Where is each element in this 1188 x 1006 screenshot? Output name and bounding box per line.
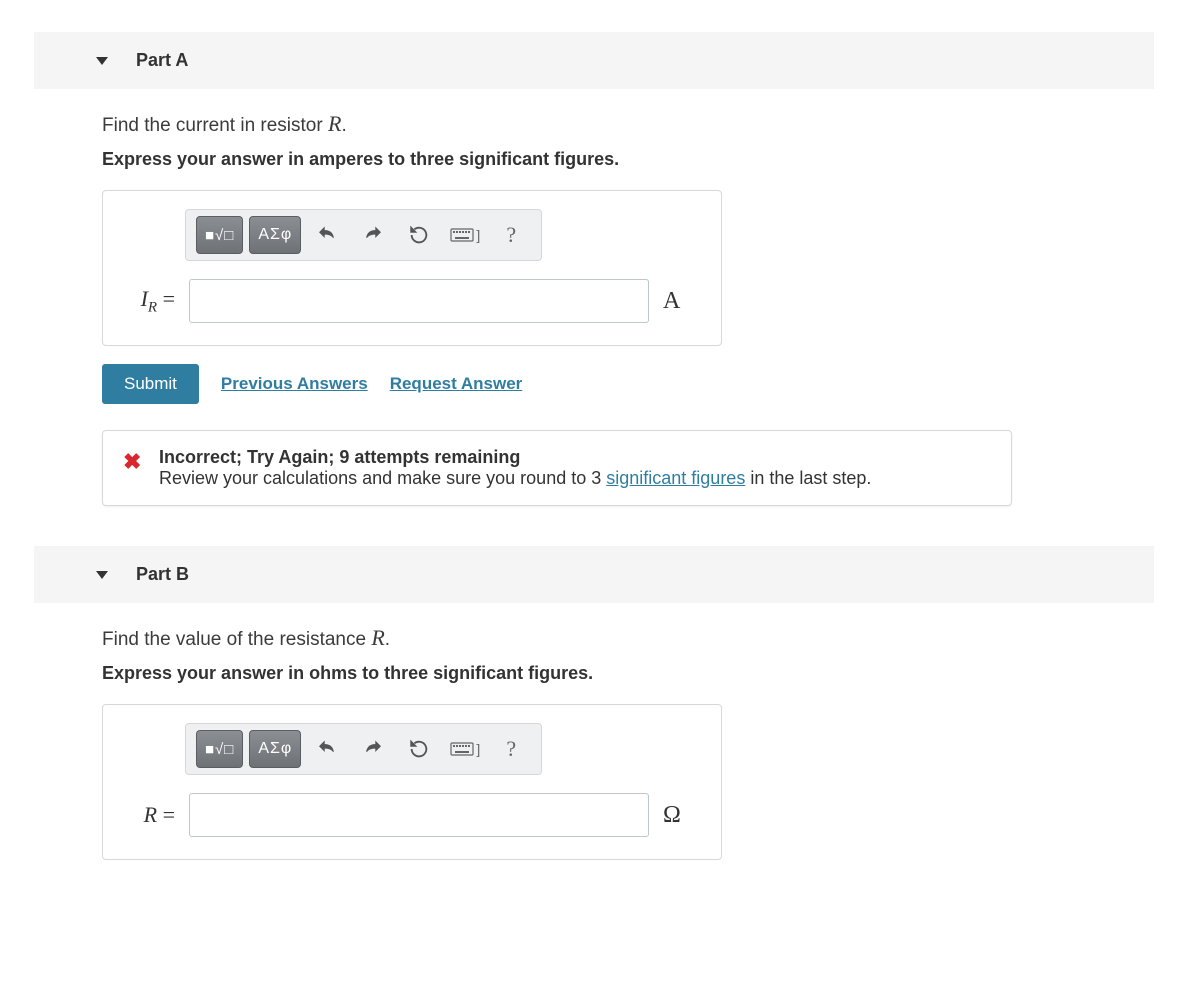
prompt-post: .: [341, 115, 346, 136]
feedback-title: Incorrect; Try Again; 9 attempts remaini…: [159, 447, 991, 468]
part-b-header[interactable]: Part B: [34, 546, 1154, 603]
undo-icon: [316, 738, 338, 760]
greek-letters-button[interactable]: ΑΣφ: [249, 730, 301, 768]
submit-button[interactable]: Submit: [102, 364, 199, 404]
answer-row: IR = A: [123, 279, 701, 323]
answer-row: R = Ω: [123, 793, 701, 837]
greek-letters-button[interactable]: ΑΣφ: [249, 216, 301, 254]
lhs-sub: R: [148, 299, 157, 315]
part-a-content: Find the current in resistor R. Express …: [0, 89, 1080, 506]
lhs-var: R: [144, 802, 157, 827]
part-a-title: Part A: [136, 50, 188, 70]
redo-button[interactable]: [353, 730, 393, 768]
prompt-text: Find the current in resistor: [102, 115, 328, 136]
prompt-post: .: [385, 629, 390, 650]
equation-toolbar: ■√□ ΑΣφ ] ?: [185, 723, 542, 775]
caret-down-icon: [96, 571, 108, 579]
answer-lhs: R =: [123, 802, 175, 828]
equals-sign: =: [157, 802, 175, 827]
part-b-answer-box: ■√□ ΑΣφ ] ? R = Ω: [102, 704, 722, 860]
part-b-content: Find the value of the resistance R. Expr…: [0, 603, 1080, 860]
previous-answers-link[interactable]: Previous Answers: [221, 374, 368, 394]
equals-sign: =: [157, 286, 175, 311]
feedback-box: ✖ Incorrect; Try Again; 9 attempts remai…: [102, 430, 1012, 506]
feedback-body-pre: Review your calculations and make sure y…: [159, 468, 606, 488]
part-b-instruction: Express your answer in ohms to three sig…: [102, 663, 1080, 684]
redo-icon: [362, 224, 384, 246]
part-b-prompt: Find the value of the resistance R.: [102, 625, 1080, 651]
feedback-body: Review your calculations and make sure y…: [159, 468, 991, 489]
redo-button[interactable]: [353, 216, 393, 254]
lhs-var: I: [141, 286, 148, 311]
help-button[interactable]: ?: [491, 216, 531, 254]
feedback-body-post: in the last step.: [745, 468, 871, 488]
keyboard-shortcuts-button[interactable]: ]: [445, 216, 485, 254]
keyboard-shortcuts-button[interactable]: ]: [445, 730, 485, 768]
redo-icon: [362, 738, 384, 760]
part-a-header[interactable]: Part A: [34, 32, 1154, 89]
keyboard-icon: [450, 228, 474, 242]
prompt-variable: R: [371, 625, 384, 650]
math-templates-button[interactable]: ■√□: [196, 216, 243, 254]
undo-icon: [316, 224, 338, 246]
part-a-instruction: Express your answer in amperes to three …: [102, 149, 1080, 170]
part-b-title: Part B: [136, 564, 189, 584]
part-a-prompt: Find the current in resistor R.: [102, 111, 1080, 137]
answer-lhs: IR =: [123, 286, 175, 316]
part-a-actions: Submit Previous Answers Request Answer: [102, 364, 1080, 404]
keyboard-icon: [450, 742, 474, 756]
equation-toolbar: ■√□ ΑΣφ ] ?: [185, 209, 542, 261]
significant-figures-link[interactable]: significant figures: [606, 468, 745, 488]
part-a-answer-box: ■√□ ΑΣφ ] ? IR = A: [102, 190, 722, 346]
reset-button[interactable]: [399, 730, 439, 768]
math-templates-button[interactable]: ■√□: [196, 730, 243, 768]
reset-icon: [408, 738, 430, 760]
undo-button[interactable]: [307, 730, 347, 768]
undo-button[interactable]: [307, 216, 347, 254]
reset-icon: [408, 224, 430, 246]
part-a-unit: A: [663, 288, 680, 315]
part-b-answer-input[interactable]: [189, 793, 649, 837]
help-button[interactable]: ?: [491, 730, 531, 768]
part-a-answer-input[interactable]: [189, 279, 649, 323]
part-b-unit: Ω: [663, 802, 681, 829]
prompt-variable: R: [328, 111, 341, 136]
reset-button[interactable]: [399, 216, 439, 254]
prompt-text: Find the value of the resistance: [102, 629, 371, 650]
caret-down-icon: [96, 57, 108, 65]
incorrect-x-icon: ✖: [123, 449, 141, 475]
request-answer-link[interactable]: Request Answer: [390, 374, 523, 394]
